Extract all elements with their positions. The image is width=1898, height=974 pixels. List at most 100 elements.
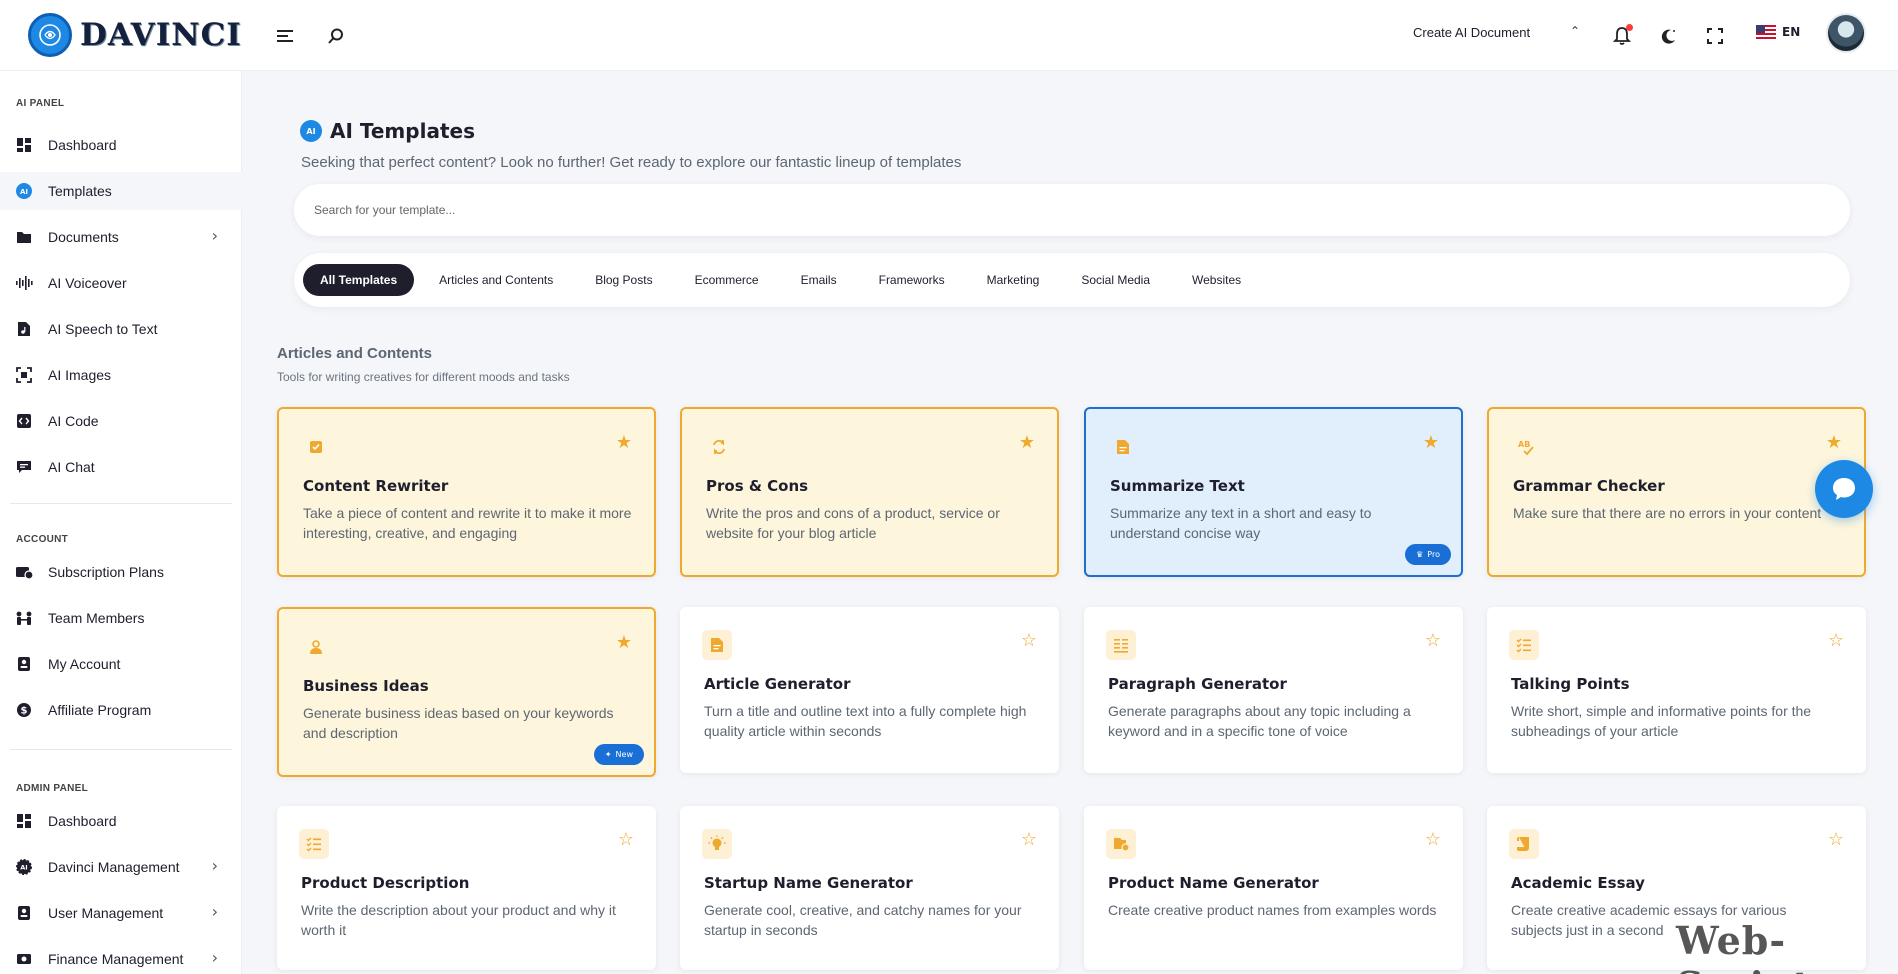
tab-emails[interactable]: Emails: [784, 264, 854, 296]
sidebar-item-my-account[interactable]: My Account: [0, 645, 242, 683]
star-filled-icon[interactable]: ★: [1423, 432, 1439, 453]
star-outline-icon[interactable]: ☆: [1425, 829, 1441, 850]
star-outline-icon[interactable]: ☆: [618, 829, 634, 850]
badge-new: ✦ New: [593, 744, 644, 765]
sidebar-item-ai-voiceover[interactable]: AI Voiceover: [0, 264, 242, 302]
template-card-product-name-generator[interactable]: ☆ Product Name Generator Create creative p…: [1084, 806, 1463, 970]
template-card-product-description[interactable]: ☆ Product Description Write the descriptio…: [277, 806, 656, 970]
sidebar-item-affiliate-program[interactable]: $ Affiliate Program: [0, 691, 242, 729]
template-card-description: Write the description about your product…: [301, 902, 616, 938]
sidebar-item-subscription-plans[interactable]: Subscription Plans: [0, 553, 242, 591]
dark-mode-toggle[interactable]: [1656, 23, 1682, 49]
sidebar-item-user-management[interactable]: User Management ›: [0, 894, 242, 932]
spellcheck-icon: AB: [1511, 432, 1541, 462]
dashboard-icon: [15, 136, 33, 154]
sidebar-item-ai-chat[interactable]: AI Chat: [0, 448, 242, 486]
tab-all-templates[interactable]: All Templates: [303, 264, 415, 296]
template-card-title: Product Description: [301, 874, 470, 892]
sidebar-item-label: AI Images: [48, 367, 112, 383]
sidebar-item-label: Team Members: [48, 610, 145, 626]
sidebar-item-ai-speech-to-text[interactable]: AI Speech to Text: [0, 310, 242, 348]
sidebar-item-label: My Account: [48, 656, 121, 672]
star-outline-icon[interactable]: ☆: [1021, 630, 1037, 651]
template-card-startup-name-generator[interactable]: ☆ Startup Name Generator Generate cool, cr…: [680, 806, 1059, 970]
star-filled-icon[interactable]: ★: [616, 632, 632, 653]
create-ai-document-link[interactable]: Create AI Document: [1413, 25, 1530, 40]
tab-articles-and-contents[interactable]: Articles and Contents: [422, 264, 570, 296]
logo[interactable]: DAVINCI: [28, 13, 242, 57]
sidebar-item-templates[interactable]: AI Templates: [0, 172, 242, 210]
template-card-description: Generate paragraphs about any topic incl…: [1108, 703, 1411, 739]
sidebar-item-label: Dashboard: [48, 813, 117, 829]
star-filled-icon[interactable]: ★: [1826, 432, 1842, 453]
live-chat-button[interactable]: [1815, 460, 1873, 518]
sidebar-divider: [10, 749, 232, 750]
fullscreen-button[interactable]: [1702, 23, 1728, 49]
sidebar-item-dashboard[interactable]: Dashboard: [0, 802, 242, 840]
search-icon: [328, 28, 343, 44]
template-card-description: Take a piece of content and rewrite it t…: [303, 505, 632, 541]
star-filled-icon[interactable]: ★: [1019, 432, 1035, 453]
dashboard-icon: [15, 812, 33, 830]
sidebar-item-dashboard[interactable]: Dashboard: [0, 126, 242, 164]
chevron-right-icon: ›: [211, 856, 218, 875]
notifications-button[interactable]: [1609, 23, 1635, 49]
star-outline-icon[interactable]: ☆: [1425, 630, 1441, 651]
template-card-title: Talking Points: [1511, 675, 1630, 693]
star-filled-icon[interactable]: ★: [616, 432, 632, 453]
checkbox-icon: [301, 432, 331, 462]
chevron-right-icon: ›: [211, 948, 218, 967]
watermark: Web-Script: [1676, 918, 1810, 974]
chevron-right-icon: ›: [211, 226, 218, 245]
sidebar-item-finance-management[interactable]: Finance Management ›: [0, 940, 242, 974]
template-card-grammar-checker[interactable]: AB ★ Grammar Checker Make sure that there a…: [1487, 407, 1866, 577]
template-card-title: Academic Essay: [1511, 874, 1645, 892]
language-selector[interactable]: EN: [1756, 25, 1800, 39]
tab-ecommerce[interactable]: Ecommerce: [678, 264, 776, 296]
menu-toggle-button[interactable]: [272, 23, 298, 49]
template-card-summarize-text[interactable]: ★ Summarize Text Summarize any text in a s…: [1084, 407, 1463, 577]
chevron-up-icon[interactable]: ⌃: [1570, 24, 1580, 38]
template-card-business-ideas[interactable]: ★ Business Ideas Generate business ideas b…: [277, 607, 656, 777]
template-card-description: Summarize any text in a short and easy t…: [1110, 505, 1372, 541]
sidebar-item-team-members[interactable]: Team Members: [0, 599, 242, 637]
template-card-description: Write the pros and cons of a product, se…: [706, 505, 1000, 541]
tab-frameworks[interactable]: Frameworks: [862, 264, 962, 296]
sidebar-item-ai-images[interactable]: AI Images: [0, 356, 242, 394]
template-card-title: Startup Name Generator: [704, 874, 913, 892]
tab-websites[interactable]: Websites: [1175, 264, 1258, 296]
star-outline-icon[interactable]: ☆: [1828, 829, 1844, 850]
star-outline-icon[interactable]: ☆: [1021, 829, 1037, 850]
sidebar-item-documents[interactable]: Documents ›: [0, 218, 242, 256]
swap-icon: [704, 432, 734, 462]
template-card-pros-cons[interactable]: ★ Pros & Cons Write the pros and cons of a…: [680, 407, 1059, 577]
template-card-content-rewriter[interactable]: ★ Content Rewriter Take a piece of content…: [277, 407, 656, 577]
paragraph-icon: [1106, 630, 1136, 660]
lightbulb-icon: [702, 829, 732, 859]
subscription-icon: [15, 563, 33, 581]
template-card-title: Pros & Cons: [706, 477, 809, 495]
template-card-article-generator[interactable]: ☆ Article Generator Turn a title and outli…: [680, 607, 1059, 773]
sidebar-item-davinci-management[interactable]: AI Davinci Management ›: [0, 848, 242, 886]
code-icon: [15, 412, 33, 430]
document-icon: [702, 630, 732, 660]
chat-bubble-icon: [1833, 478, 1855, 500]
template-card-paragraph-generator[interactable]: ☆ Paragraph Generator Generate paragraphs …: [1084, 607, 1463, 773]
tab-social-media[interactable]: Social Media: [1064, 264, 1167, 296]
page-subtitle: Seeking that perfect content? Look no fu…: [301, 154, 962, 171]
template-card-title: Grammar Checker: [1513, 477, 1665, 495]
chat-icon: [15, 458, 33, 476]
sidebar-item-label: AI Code: [48, 413, 99, 429]
tab-blog-posts[interactable]: Blog Posts: [578, 264, 669, 296]
tab-marketing[interactable]: Marketing: [970, 264, 1057, 296]
template-card-talking-points[interactable]: ☆ Talking Points Write short, simple and i…: [1487, 607, 1866, 773]
sidebar-item-label: Affiliate Program: [48, 702, 152, 718]
user-avatar[interactable]: [1826, 13, 1866, 53]
search-button[interactable]: [323, 23, 349, 49]
template-card-description: Turn a title and outline text into a ful…: [704, 703, 1027, 739]
badge-label: Pro: [1427, 550, 1440, 559]
sidebar-item-ai-code[interactable]: AI Code: [0, 402, 242, 440]
template-search-input[interactable]: [294, 184, 1850, 236]
star-outline-icon[interactable]: ☆: [1828, 630, 1844, 651]
sidebar: AI PANEL Dashboard AI Templates Documents › A…: [0, 71, 242, 974]
